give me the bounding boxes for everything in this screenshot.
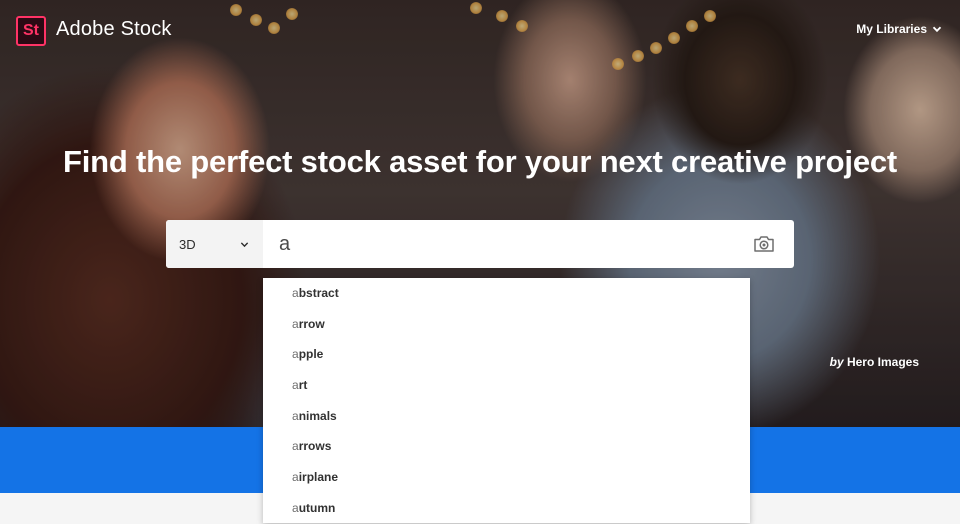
- suggestion-item[interactable]: abstract: [263, 278, 750, 309]
- photo-credit-by: by: [829, 355, 844, 369]
- suggestion-item[interactable]: arrow: [263, 309, 750, 340]
- visual-search-button[interactable]: [734, 220, 794, 268]
- asset-type-dropdown[interactable]: 3D: [166, 220, 263, 268]
- suggestion-match-text: a: [292, 408, 299, 423]
- chevron-down-icon: [240, 241, 249, 247]
- suggestion-rest-text: bstract: [298, 286, 339, 300]
- my-libraries-menu[interactable]: My Libraries: [856, 22, 942, 36]
- chevron-down-icon: [932, 26, 942, 33]
- suggestion-rest-text: irplane: [298, 470, 339, 485]
- suggestion-item[interactable]: art: [263, 370, 750, 401]
- suggestion-rest-text: nimals: [298, 408, 337, 423]
- photo-credit-name: Hero Images: [846, 355, 919, 369]
- suggestion-match-text: a: [292, 439, 299, 454]
- hero-headline: Find the perfect stock asset for your ne…: [62, 144, 898, 179]
- adobe-stock-logo-badge[interactable]: St: [16, 16, 46, 46]
- photo-credit[interactable]: by Hero Images: [830, 355, 919, 369]
- search-suggestions-list: abstract arrow apple art animals arrows airpla…: [263, 278, 750, 523]
- search-input[interactable]: [263, 220, 734, 268]
- adobe-stock-logo-text[interactable]: Adobe Stock: [56, 18, 172, 41]
- my-libraries-label: My Libraries: [856, 22, 927, 36]
- suggestion-item[interactable]: autumn: [263, 493, 750, 524]
- suggestion-item[interactable]: airplane: [263, 462, 750, 493]
- suggestion-rest-text: rt: [298, 378, 308, 393]
- suggestion-item[interactable]: apple: [263, 339, 750, 370]
- suggestion-match-text: a: [292, 316, 299, 331]
- asset-type-value: 3D: [179, 236, 196, 252]
- suggestion-rest-text: pple: [298, 347, 324, 362]
- suggestion-match-text: a: [292, 378, 299, 393]
- suggestion-item[interactable]: arrows: [263, 431, 750, 462]
- suggestion-match-text: a: [292, 470, 299, 485]
- camera-icon: [754, 236, 774, 252]
- suggestion-match-text: a: [292, 500, 299, 515]
- top-bar: St Adobe Stock My Libraries: [0, 0, 960, 60]
- suggestion-match-text: a: [292, 286, 299, 300]
- suggestion-rest-text: rrows: [298, 439, 332, 454]
- suggestion-match-text: a: [292, 347, 299, 362]
- suggestion-item[interactable]: animals: [263, 401, 750, 432]
- suggestion-rest-text: utumn: [298, 500, 336, 515]
- search-bar: 3D: [166, 220, 794, 268]
- suggestion-rest-text: rrow: [298, 316, 325, 331]
